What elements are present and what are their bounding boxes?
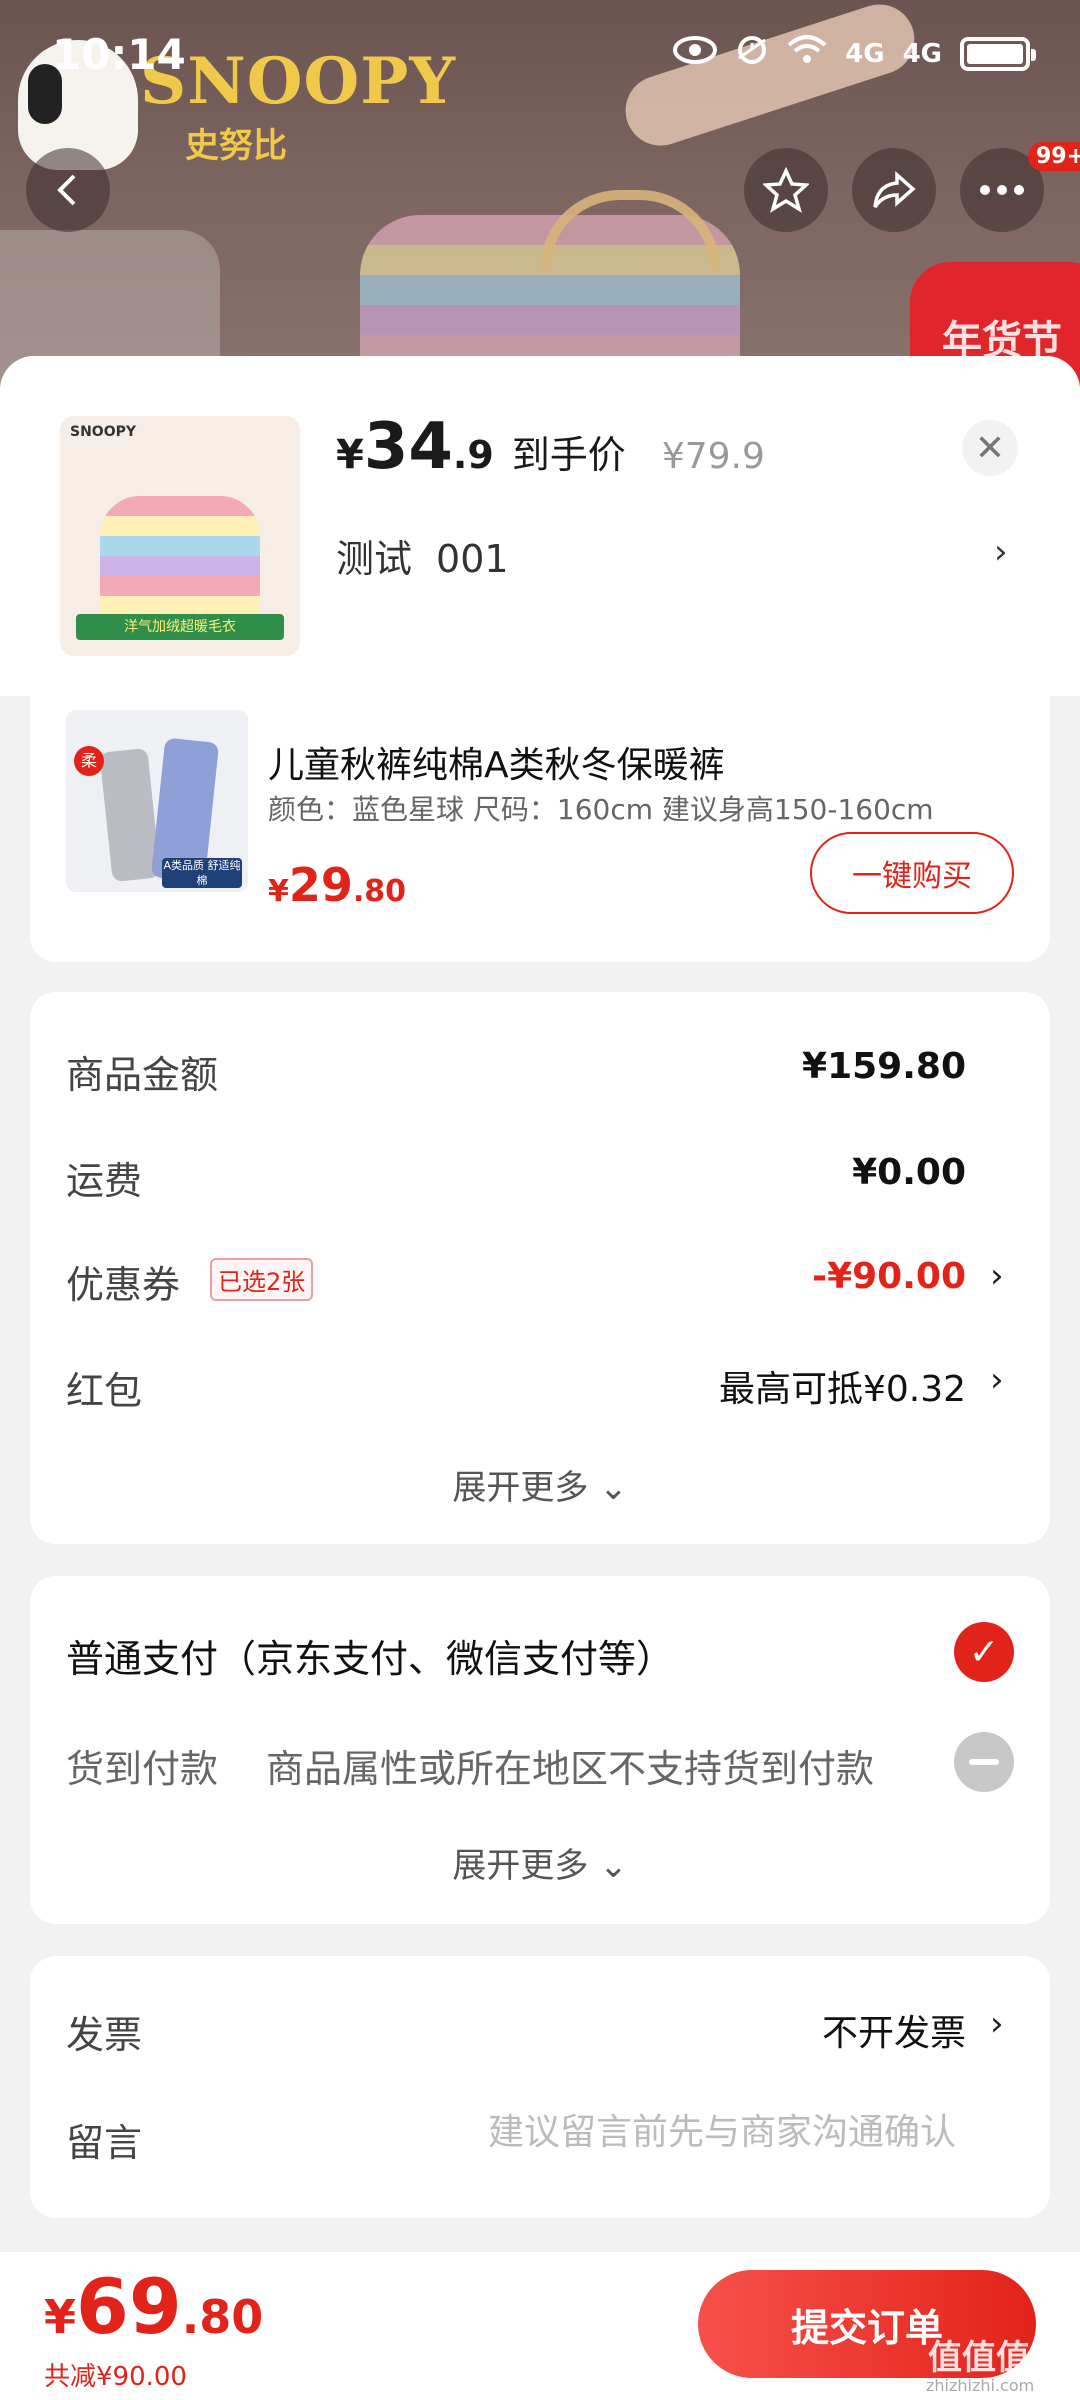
thumb-sweater — [100, 496, 260, 626]
signal-icon-1: 4G — [845, 38, 885, 69]
chevron-right-icon[interactable]: › — [990, 2004, 1004, 2044]
item-price: ¥ 29 .80 — [268, 858, 406, 912]
price-currency: ¥ — [336, 432, 364, 478]
redpacket-label[interactable]: 红包 — [66, 1360, 142, 1415]
product-thumbnail[interactable]: SNOOPY 洋气加绒超暖毛衣 — [60, 416, 300, 656]
coupon-tag: 已选2张 — [210, 1258, 314, 1301]
quality-badge: A类品质 舒适纯棉 — [162, 858, 242, 888]
chevron-right-icon[interactable]: › — [994, 532, 1008, 572]
message-label: 留言 — [66, 2121, 143, 2165]
chevron-right-icon[interactable]: › — [990, 1256, 1004, 1296]
extra-card — [30, 1956, 1050, 2218]
shipping-value: ¥0.00 — [852, 1152, 966, 1193]
wifi-icon — [787, 33, 827, 74]
soft-badge: 柔 — [74, 746, 104, 776]
item-spec: 颜色：蓝色星球 尺码：160cm 建议身高150-160cm — [268, 793, 934, 826]
chevron-right-icon[interactable]: › — [990, 1360, 1004, 1400]
item-price-currency: ¥ — [268, 874, 289, 909]
eye-icon — [673, 34, 718, 74]
price-decimal: .9 — [452, 433, 494, 477]
total-currency: ¥ — [44, 2290, 77, 2344]
message-input[interactable] — [400, 2112, 956, 2153]
spec-selector[interactable]: 测试 001 — [336, 528, 509, 583]
cod-radio-disabled — [954, 1732, 1014, 1792]
shipping-label: 运费 — [66, 1159, 143, 1203]
price-integer: 34 — [363, 410, 453, 484]
thumb-caption: 洋气加绒超暖毛衣 — [76, 614, 284, 640]
spec-value: 001 — [436, 537, 509, 581]
invoice-value[interactable]: 不开发票 — [822, 2004, 966, 2056]
status-bar: 10:14 4G 4G — [0, 0, 1080, 120]
close-button[interactable]: ✕ — [962, 420, 1018, 476]
status-time: 10:14 — [52, 30, 186, 79]
goods-amount-label: 商品金额 — [66, 1053, 219, 1097]
cod-label: 货到付款 — [66, 1747, 219, 1791]
alarm-icon — [735, 32, 769, 75]
total-saved: 共减¥90.00 — [44, 2362, 187, 2392]
invoice-label[interactable]: 发票 — [66, 2004, 142, 2059]
goods-amount-value: ¥159.80 — [802, 1046, 966, 1087]
close-icon: ✕ — [974, 427, 1006, 469]
expand-more-payment-button[interactable]: 展开更多 ⌄ — [0, 1838, 1080, 1887]
battery-icon — [960, 36, 1036, 71]
total-decimal: .80 — [181, 2290, 264, 2344]
notification-badge: 99+ — [1028, 142, 1080, 171]
normal-payment-radio[interactable]: ✓ — [954, 1622, 1014, 1682]
brand-logo-cn: 史努比 — [185, 126, 287, 166]
spec-label: 测试 — [336, 537, 413, 581]
one-click-buy-button[interactable]: 一键购买 — [810, 832, 1014, 914]
item-title[interactable]: 儿童秋裤纯棉A类秋冬保暖裤 — [268, 736, 725, 788]
item-price-decimal: .80 — [352, 874, 407, 909]
product-price: ¥ 34 .9 到手价 ¥79.9 — [336, 410, 765, 484]
coupon-value[interactable]: -¥90.00 — [812, 1256, 966, 1297]
item-price-integer: 29 — [288, 858, 353, 912]
item-thumbnail[interactable]: 柔 A类品质 舒适纯棉 — [66, 710, 248, 892]
back-icon — [57, 174, 76, 206]
watermark: 值值值 — [928, 2338, 1030, 2378]
redpacket-value[interactable]: 最高可抵¥0.32 — [719, 1360, 966, 1412]
star-icon — [763, 167, 809, 213]
thumb-brand: SNOOPY — [70, 424, 137, 440]
favorite-button[interactable] — [744, 148, 828, 232]
banner-hanger — [540, 190, 720, 270]
back-button[interactable] — [26, 148, 110, 232]
total-price: ¥ 69 .80 — [44, 2262, 263, 2351]
price-tag: 到手价 — [511, 433, 626, 477]
share-button[interactable] — [852, 148, 936, 232]
watermark-sub: zhizhizhi.com — [926, 2376, 1035, 2395]
expand-more-button[interactable]: 展开更多 ⌄ — [0, 1460, 1080, 1509]
cod-note: 商品属性或所在地区不支持货到付款 — [266, 1747, 875, 1791]
coupon-label[interactable]: 优惠券 — [66, 1254, 180, 1309]
total-integer: 69 — [76, 2262, 182, 2351]
status-icons: 4G 4G — [673, 32, 1036, 75]
normal-payment-label[interactable]: 普通支付（京东支付、微信支付等） — [66, 1628, 674, 1683]
more-icon — [980, 185, 1024, 195]
signal-icon-2: 4G — [902, 38, 942, 69]
check-icon: ✓ — [968, 1631, 1000, 1673]
original-price: ¥79.9 — [661, 436, 765, 477]
share-icon — [873, 171, 916, 209]
